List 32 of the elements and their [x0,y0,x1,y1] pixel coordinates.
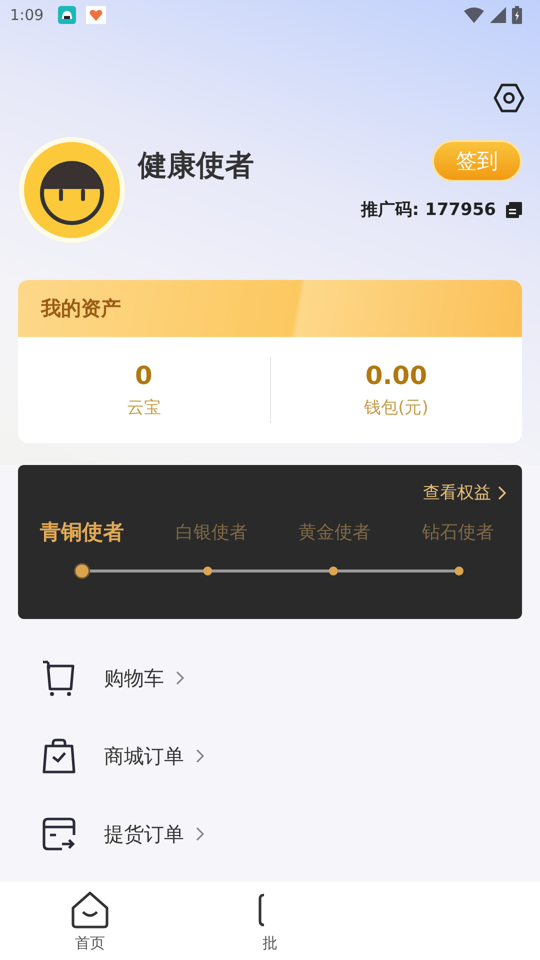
settings-icon [493,83,525,113]
user-name: 健康使者 [138,147,254,184]
home-icon [70,890,110,930]
menu-item[interactable]: 提货订单 [104,820,204,848]
asset-value: 0.00 [365,361,428,390]
chevron-icon [498,486,506,500]
avatar-icon [18,136,126,244]
menu-item[interactable]: 购物车 [104,664,184,692]
tier-label: 黄金使者 [298,521,371,544]
chevron-icon [196,749,204,763]
chevron-icon [196,827,204,841]
tier-label: 白银使者 [175,521,248,544]
wifi-icon [464,7,484,23]
promo-code-label: 推广码: [361,199,420,221]
nav-tab[interactable]: 批 [180,882,360,960]
tier-label: 钻石使者 [422,521,494,544]
menu-item[interactable]: 商城订单 [104,742,204,770]
view-benefits-link[interactable]: 查看权益 [423,481,506,504]
tier-label: 青铜使者 [40,519,124,546]
status-time: 1:09 [10,6,44,24]
app-notification-icon [58,6,76,24]
asset-value: 0 [135,361,152,390]
copy-icon [506,202,522,218]
nav-tab[interactable]: 首页 [0,882,180,960]
delivery-card-icon [40,815,78,853]
battery-icon [512,6,522,24]
assets-title: 我的资产 [41,295,121,322]
chevron-icon [176,671,184,685]
tab-icon [258,893,266,927]
promo-code: 177956 [425,200,496,220]
shopping-bag-icon [40,737,78,775]
signal-icon [490,7,506,23]
